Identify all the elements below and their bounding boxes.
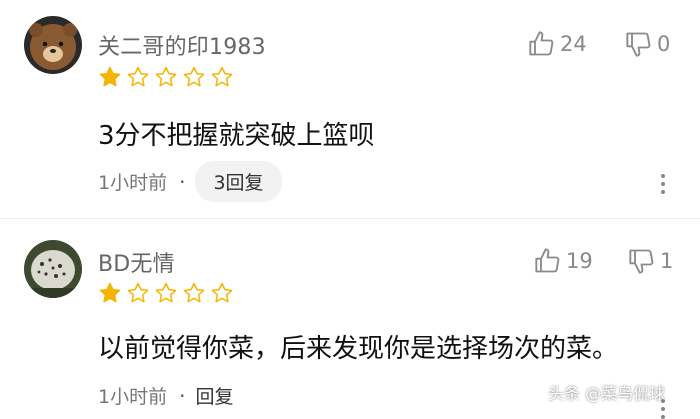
timestamp: 1小时前	[98, 172, 168, 194]
comment-text: 3分不把握就突破上篮呗	[98, 121, 375, 151]
comment-meta: 1小时前 · 3回复	[98, 161, 282, 202]
rating-stars	[98, 65, 234, 89]
star-filled-icon	[99, 282, 121, 303]
thumbs-up-icon	[535, 248, 560, 273]
username[interactable]: BD无情	[98, 246, 175, 278]
avatar[interactable]	[24, 16, 82, 74]
comment-item: 关二哥的印1983 3分不把握就突破上篮呗 1小时前 · 3回复 24 0	[0, 0, 700, 215]
like-count: 19	[566, 249, 593, 273]
avatar[interactable]	[24, 240, 82, 298]
rating-stars	[98, 281, 234, 305]
comment-meta: 1小时前 · 回复	[98, 382, 233, 409]
star-empty-icon	[155, 66, 177, 87]
like-button[interactable]: 19	[534, 247, 593, 275]
dislike-button[interactable]: 0	[625, 30, 670, 58]
star-empty-icon	[183, 282, 205, 303]
star-empty-icon	[127, 282, 149, 303]
more-vertical-icon[interactable]	[660, 174, 666, 194]
like-count: 24	[560, 32, 587, 56]
star-empty-icon	[127, 66, 149, 87]
dislike-count: 1	[660, 249, 674, 273]
separator-dot: ·	[179, 383, 186, 408]
star-empty-icon	[183, 66, 205, 87]
thumbs-down-icon	[626, 32, 651, 57]
divider	[0, 218, 700, 219]
star-filled-icon	[99, 66, 121, 87]
thumbs-up-icon	[529, 31, 554, 56]
dislike-count: 0	[657, 32, 671, 56]
thumbs-down-icon	[629, 249, 654, 274]
star-empty-icon	[211, 282, 233, 303]
username[interactable]: 关二哥的印1983	[98, 29, 266, 61]
timestamp: 1小时前	[98, 386, 168, 408]
dislike-button[interactable]: 1	[628, 247, 673, 275]
reply-button[interactable]: 3回复	[195, 161, 282, 202]
like-button[interactable]: 24	[528, 30, 587, 58]
separator-dot: ·	[179, 169, 186, 194]
reply-button[interactable]: 回复	[195, 382, 233, 409]
watermark: 头条 @菜鸟侃球	[548, 384, 666, 403]
star-empty-icon	[155, 282, 177, 303]
star-empty-icon	[211, 66, 233, 87]
comment-text: 以前觉得你菜，后来发现你是选择场次的菜。	[98, 334, 619, 364]
